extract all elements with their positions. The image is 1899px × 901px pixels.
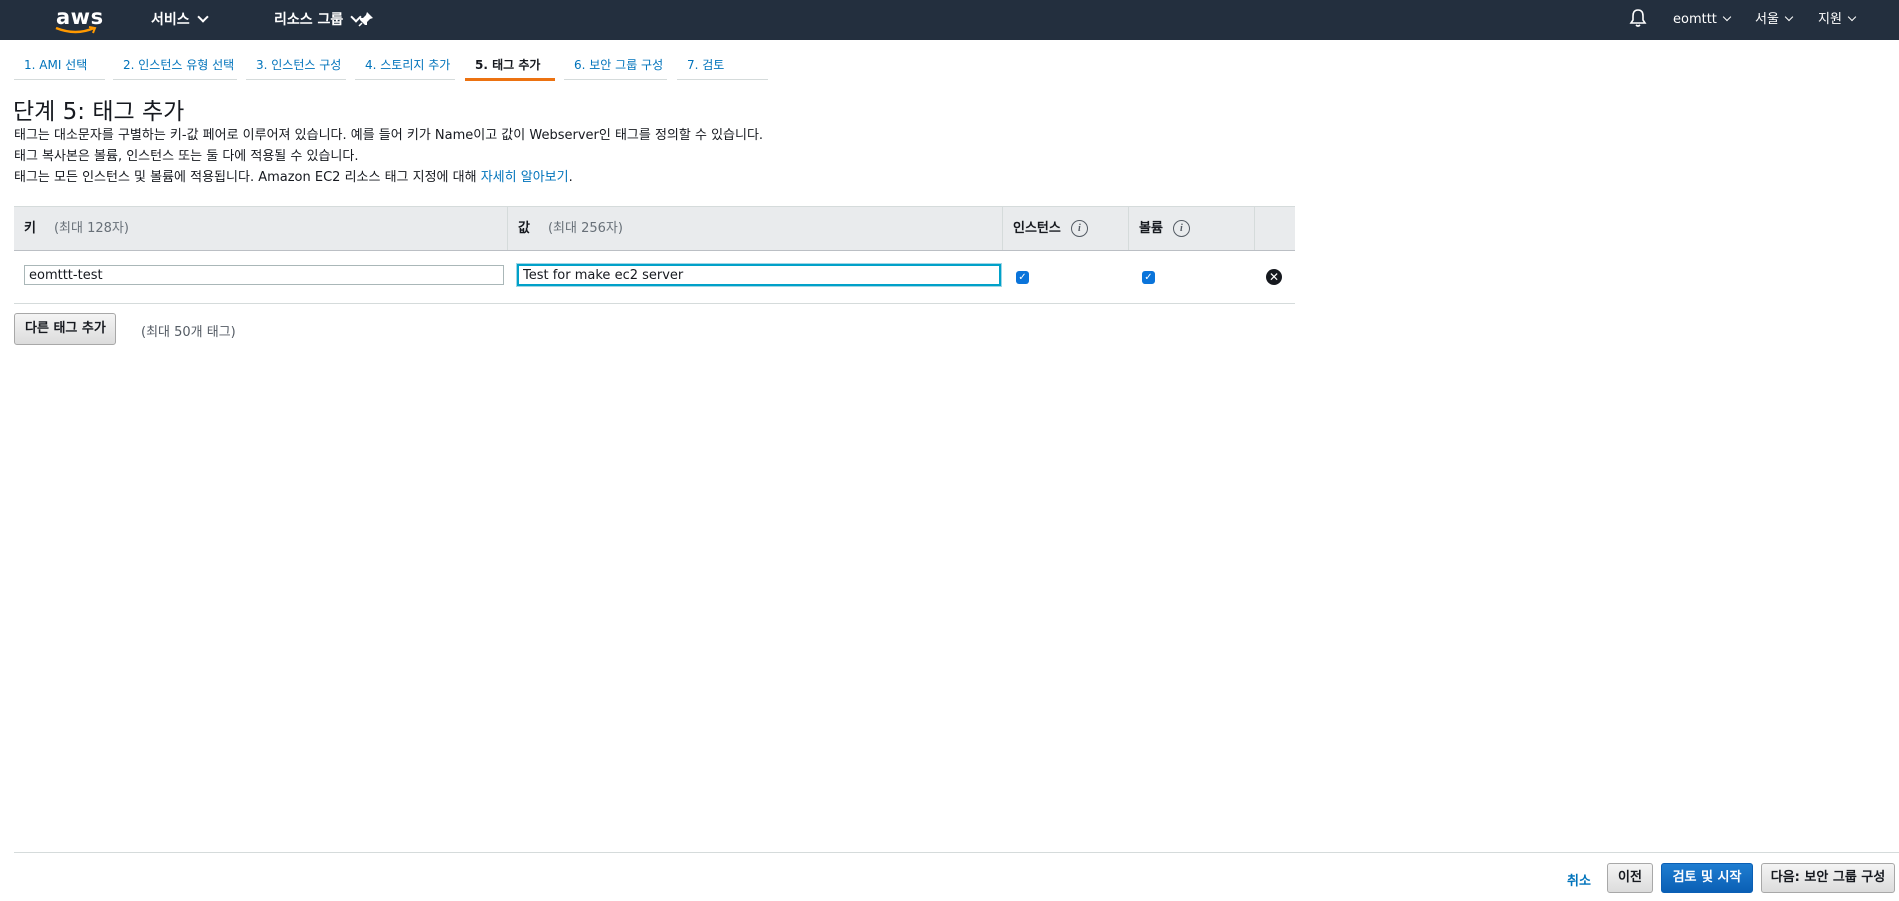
region-name: 서울: [1755, 12, 1779, 27]
tab-review[interactable]: 7. 검토: [677, 56, 768, 80]
description-end: .: [568, 170, 573, 185]
support-menu[interactable]: 지원: [1818, 0, 1857, 40]
top-navigation-bar: aws 서비스 리소스 그룹 eomttt 서울 지원: [0, 0, 1899, 40]
services-menu[interactable]: 서비스: [151, 0, 209, 40]
services-menu-label: 서비스: [151, 12, 190, 28]
bell-icon[interactable]: [1629, 0, 1647, 40]
review-and-launch-button[interactable]: 검토 및 시작: [1661, 863, 1753, 893]
next-security-group-button[interactable]: 다음: 보안 그룹 구성: [1761, 863, 1895, 893]
tab-choose-ami[interactable]: 1. AMI 선택: [14, 56, 105, 80]
tab-add-tags[interactable]: 5. 태그 추가: [465, 56, 555, 81]
tab-configure-instance[interactable]: 3. 인스턴스 구성: [246, 56, 346, 80]
footer-divider: [14, 852, 1899, 853]
header-value: 값 (최대 256자): [508, 207, 1003, 250]
tab-security-group[interactable]: 6. 보안 그룹 구성: [564, 56, 667, 80]
header-instances-label: 인스턴스: [1013, 221, 1061, 236]
description-text: 태그는 모든 인스턴스 및 볼륨에 적용됩니다. Amazon EC2 리소스 …: [14, 170, 477, 185]
info-icon[interactable]: i: [1070, 220, 1088, 237]
header-value-label: 값: [518, 221, 530, 236]
add-tag-button[interactable]: 다른 태그 추가: [14, 313, 116, 345]
tab-add-storage[interactable]: 4. 스토리지 추가: [355, 56, 455, 80]
pin-icon[interactable]: [358, 0, 374, 40]
resource-groups-label: 리소스 그룹: [274, 12, 344, 28]
aws-logo[interactable]: aws: [54, 4, 103, 36]
header-volumes-label: 볼륨: [1139, 221, 1163, 236]
info-icon[interactable]: i: [1172, 220, 1190, 237]
add-tag-hint: (최대 50개 태그): [141, 325, 236, 340]
chevron-down-icon: [1847, 12, 1857, 22]
description-line-3: 태그는 모든 인스턴스 및 볼륨에 적용됩니다. Amazon EC2 리소스 …: [14, 166, 573, 185]
user-name: eomttt: [1673, 12, 1717, 27]
header-key-label: 키: [24, 221, 36, 236]
tab-instance-type[interactable]: 2. 인스턴스 유형 선택: [113, 56, 237, 80]
header-value-hint: (최대 256자): [547, 221, 623, 236]
support-label: 지원: [1818, 12, 1842, 27]
aws-smile-icon: [55, 26, 97, 34]
chevron-down-icon: [1722, 12, 1732, 22]
instances-checkbox[interactable]: ✓: [1016, 271, 1029, 284]
chevron-down-icon: [196, 11, 209, 23]
header-key: 키 (최대 128자): [14, 207, 508, 250]
tag-value-input[interactable]: [517, 264, 1001, 286]
header-key-hint: (최대 128자): [53, 221, 129, 236]
header-volumes: 볼륨 i: [1129, 207, 1255, 250]
learn-more-link[interactable]: 자세히 알아보기: [481, 170, 569, 185]
description-line-1: 태그는 대소문자를 구별하는 키-값 페어로 이루어져 있습니다. 예를 들어 …: [14, 128, 764, 143]
cancel-link[interactable]: 취소: [1567, 870, 1591, 889]
resource-groups-menu[interactable]: 리소스 그룹: [274, 0, 362, 40]
previous-button[interactable]: 이전: [1607, 863, 1653, 893]
remove-tag-icon[interactable]: ✕: [1266, 269, 1282, 285]
header-instances: 인스턴스 i: [1003, 207, 1129, 250]
description-line-2: 태그 복사본은 볼륨, 인스턴스 또는 둘 다에 적용될 수 있습니다.: [14, 149, 359, 164]
volumes-checkbox[interactable]: ✓: [1142, 271, 1155, 284]
page-title: 단계 5: 태그 추가: [13, 99, 185, 125]
chevron-down-icon: [1784, 12, 1794, 22]
user-menu[interactable]: eomttt: [1673, 0, 1732, 40]
table-row: ✓ ✓ ✕: [14, 250, 1295, 304]
tag-key-input[interactable]: [24, 265, 504, 285]
region-menu[interactable]: 서울: [1755, 0, 1794, 40]
tags-table-header: 키 (최대 128자) 값 (최대 256자) 인스턴스 i 볼륨 i: [14, 206, 1295, 251]
